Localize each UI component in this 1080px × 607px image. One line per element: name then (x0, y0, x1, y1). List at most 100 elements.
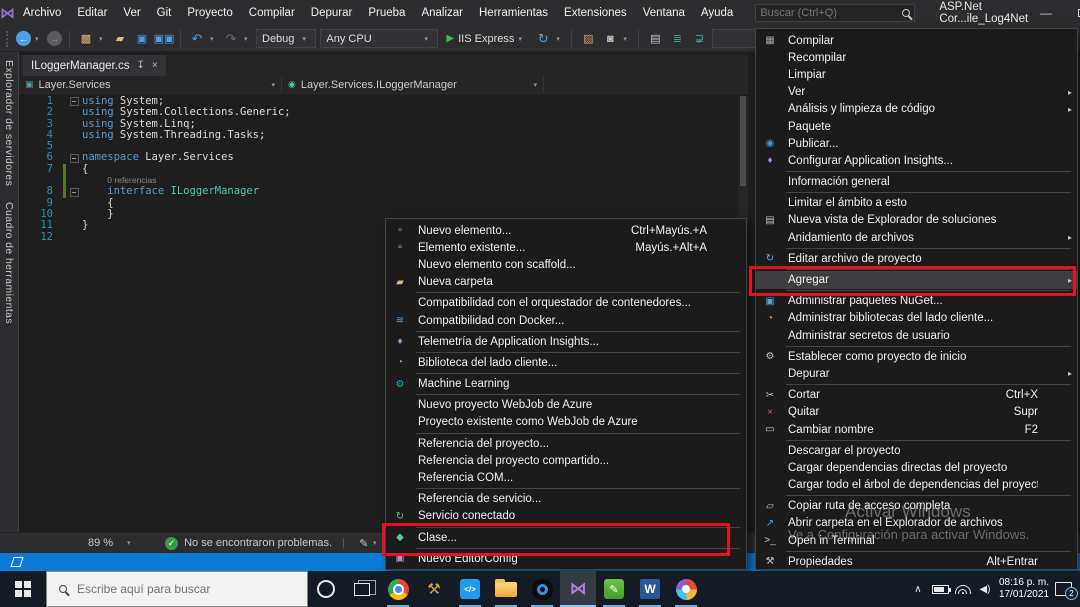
context-menu-item-anidamiento-archivos[interactable]: Anidamiento de archivos ▸ (756, 229, 1077, 246)
menubar-archivo[interactable]: Archivo (15, 0, 69, 26)
context-menu-item-agregar[interactable]: Agregar ▸ (756, 271, 1077, 289)
context-menu-item-cortar[interactable]: ✂ Cortar Ctrl+X (756, 387, 1077, 404)
code-line-4[interactable]: 4 using System.Threading.Tasks; (19, 129, 748, 141)
agregar-submenu-item-nuevo-elemento[interactable]: ▫ Nuevo elemento... Ctrl+Mayús.+A (386, 222, 746, 239)
hot-reload-caret[interactable]: ▾ (556, 35, 564, 43)
context-menu-item-compilar[interactable]: ▦ Compilar (756, 32, 1077, 49)
context-menu-item-administrar-bibliotecas-cliente[interactable]: ◔ Administrar bibliotecas del lado client… (756, 310, 1077, 327)
navigate-back-caret[interactable]: ▾ (35, 35, 43, 43)
start-button[interactable] (0, 571, 46, 607)
taskbar-file-explorer[interactable] (488, 571, 524, 607)
server-explorer-tab[interactable]: Explorador de servidores (3, 52, 15, 194)
save-all-button[interactable]: ▣▣ (154, 30, 175, 48)
task-view-button[interactable] (344, 571, 380, 607)
debug-configuration-select[interactable]: Debug ▾ (256, 29, 317, 48)
project-dropdown[interactable]: ▣ Layer.Services ▾ (19, 76, 282, 93)
zoom-select[interactable]: 89 % ▾ (82, 537, 141, 549)
context-menu-item-administrar-paquetes-nuget[interactable]: ▣ Administrar paquetes NuGet... (756, 293, 1077, 310)
close-tab-icon[interactable]: × (152, 60, 158, 71)
taskbar-search-input[interactable] (77, 582, 295, 596)
agregar-submenu-item-referencia-proyecto[interactable]: Referencia del proyecto... (386, 435, 746, 452)
context-menu-item-analisis-limpieza-codigo[interactable]: Análisis y limpieza de código ▸ (756, 101, 1077, 118)
taskbar-word[interactable]: W (632, 571, 668, 607)
code-line-6[interactable]: 6 − namespace Layer.Services (19, 152, 748, 164)
agregar-submenu-item-referencia-com[interactable]: Referencia COM... (386, 469, 746, 486)
context-menu-item-ver[interactable]: Ver ▸ (756, 84, 1077, 101)
taskbar-clock[interactable]: 08:16 p. m. 17/01/2021 (999, 577, 1049, 601)
collapse-icon[interactable]: − (69, 153, 79, 163)
wifi-icon[interactable] (954, 584, 971, 594)
agregar-submenu-item-referencia-servicio[interactable]: Referencia de servicio... (386, 491, 746, 508)
taskbar-visual-studio[interactable]: ⋈ (560, 571, 596, 607)
context-menu-item-quitar[interactable]: × Quitar Supr (756, 404, 1077, 421)
undo-button[interactable]: ↶ (188, 30, 206, 48)
agregar-submenu-item-nueva-carpeta[interactable]: ▰ Nueva carpeta (386, 274, 746, 291)
quick-search-box[interactable] (755, 4, 916, 22)
agregar-submenu-item-clase[interactable]: ◆ Clase... (386, 529, 746, 546)
context-menu-item-cambiar-nombre[interactable]: ▭ Cambiar nombre F2 (756, 421, 1077, 438)
navigate-back-button[interactable]: ← (16, 31, 31, 46)
taskbar-app-circle[interactable] (524, 571, 560, 607)
volume-icon[interactable]: ◀) (977, 584, 993, 595)
agregar-submenu-item-nuevo-proyecto-webjob[interactable]: Nuevo proyecto WebJob de Azure (386, 397, 746, 414)
menubar-prueba[interactable]: Prueba (360, 0, 413, 26)
redo-caret[interactable]: ▾ (244, 35, 252, 43)
agregar-submenu-item-telemetria-application-insights[interactable]: ♦ Telemetría de Application Insights... (386, 333, 746, 350)
code-line-9[interactable]: 9 { (19, 197, 748, 209)
outline-expand-button[interactable]: ⋥ (690, 30, 708, 48)
menubar-ventana[interactable]: Ventana (635, 0, 693, 26)
context-menu-item-descargar-proyecto[interactable]: Descargar el proyecto (756, 442, 1077, 459)
context-menu-item-editar-archivo-proyecto[interactable]: ↻ Editar archivo de proyecto (756, 250, 1077, 267)
maximize-button[interactable] (1064, 0, 1080, 26)
menubar-compilar[interactable]: Compilar (241, 0, 303, 26)
context-menu-item-configurar-application-insights[interactable]: ♦ Configurar Application Insights... (756, 152, 1077, 169)
toolbar-grip[interactable] (6, 30, 10, 47)
platform-select[interactable]: Any CPU ▾ (320, 29, 439, 48)
hot-reload-button[interactable]: ↻ (534, 30, 552, 48)
start-debugging-button[interactable]: ▶ IIS Express ▾ (442, 33, 530, 45)
agregar-submenu-item-nuevo-elemento-scaffold[interactable]: Nuevo elemento con scaffold... (386, 256, 746, 273)
context-menu-item-publicar[interactable]: ◉ Publicar... (756, 135, 1077, 152)
open-file-button[interactable]: ▰ (111, 30, 129, 48)
agregar-submenu-item-elemento-existente[interactable]: ▫ Elemento existente... Mayús.+Alt+A (386, 239, 746, 256)
collapse-icon[interactable]: − (69, 187, 79, 197)
menubar-depurar[interactable]: Depurar (303, 0, 361, 26)
agregar-submenu-item-compatibilidad-orquestador[interactable]: Compatibilidad con el orquestador de con… (386, 295, 746, 312)
code-cleanup-caret[interactable]: ▾ (373, 539, 381, 547)
context-menu-item-propiedades[interactable]: ⚒ Propiedades Alt+Entrar (756, 553, 1077, 569)
toolbox-tab[interactable]: Cuadro de herramientas (3, 194, 15, 332)
code-line-8[interactable]: 8− interface ILoggerManager (19, 186, 748, 198)
menubar-proyecto[interactable]: Proyecto (179, 0, 240, 26)
new-file-button[interactable]: ▤ (646, 30, 664, 48)
menubar-ver[interactable]: Ver (115, 0, 148, 26)
taskbar-search-box[interactable] (46, 571, 308, 607)
context-menu-item-limitar-ambito[interactable]: Limitar el ámbito a esto (756, 195, 1077, 212)
type-dropdown[interactable]: ◉ Layer.Services.ILoggerManager ▾ (282, 76, 544, 93)
context-menu-item-recompilar[interactable]: Recompilar (756, 49, 1077, 66)
context-menu-item-nueva-vista-explorador[interactable]: ▤ Nueva vista de Explorador de soluciones (756, 212, 1077, 229)
agregar-submenu-item-biblioteca-lado-cliente[interactable]: ◔ Biblioteca del lado cliente... (386, 354, 746, 371)
context-menu-item-establecer-proyecto-inicio[interactable]: ⚙ Establecer como proyecto de inicio (756, 348, 1077, 365)
new-project-button[interactable]: ▩ (77, 30, 95, 48)
taskbar-green-editor[interactable]: ✎ (596, 571, 632, 607)
pin-icon[interactable]: ↧ (136, 60, 144, 71)
navigate-forward-button[interactable]: → (47, 31, 62, 46)
screenshot-caret[interactable]: ▾ (623, 35, 631, 43)
menubar-git[interactable]: Git (149, 0, 180, 26)
tray-chevron-icon[interactable]: ∧ (910, 584, 926, 595)
context-menu-item-abrir-carpeta-explorador[interactable]: ↗ Abrir carpeta en el Explorador de archi… (756, 515, 1077, 532)
collapse-icon[interactable]: − (69, 97, 79, 107)
menubar-extensiones[interactable]: Extensiones (556, 0, 635, 26)
screenshot-button[interactable]: ◙ (601, 30, 619, 48)
problems-message[interactable]: No se encontraron problemas. (184, 537, 332, 549)
agregar-submenu-item-compatibilidad-docker[interactable]: ≋ Compatibilidad con Docker... (386, 312, 746, 329)
context-menu-item-depurar[interactable]: Depurar ▸ (756, 365, 1077, 382)
code-line-7[interactable]: 7{ (19, 163, 748, 176)
context-menu-item-cargar-dependencias-directas[interactable]: Cargar dependencias directas del proyect… (756, 459, 1077, 476)
context-menu-item-limpiar[interactable]: Limpiar (756, 66, 1077, 83)
agregar-submenu-item-servicio-conectado[interactable]: ↻ Servicio conectado (386, 508, 746, 525)
context-menu-item-copiar-ruta-acceso[interactable]: ▱ Copiar ruta de acceso completa (756, 498, 1077, 515)
context-menu-item-cargar-arbol-dependencias[interactable]: Cargar todo el árbol de dependencias del… (756, 477, 1077, 494)
action-center-button[interactable]: 2 (1055, 582, 1078, 600)
agregar-submenu-item-nuevo-editorconfig[interactable]: ▣ Nuevo EditorConfig (386, 550, 746, 567)
